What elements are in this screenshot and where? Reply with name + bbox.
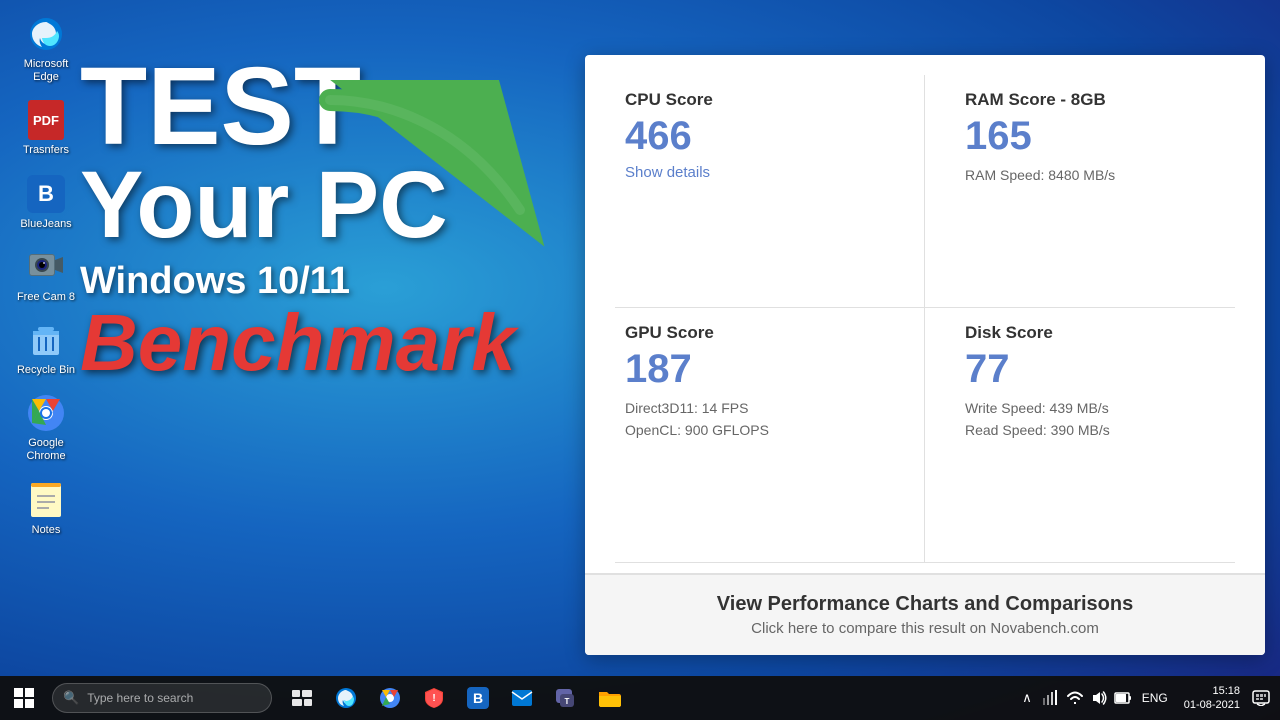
taskbar-mail[interactable] (500, 676, 544, 720)
cpu-score-section: CPU Score 466 Show details (615, 75, 925, 308)
freecam-icon[interactable]: Free Cam 8 (10, 243, 82, 308)
edge-label: Microsoft Edge (14, 58, 78, 84)
taskbar-bluejeans[interactable]: B (456, 676, 500, 720)
taskbar: 🔍 Type here to search (0, 676, 1280, 720)
benchmark-panel: CPU Score 466 Show details RAM Score - 8… (585, 55, 1265, 655)
taskbar-apps: ! B T (280, 676, 632, 720)
svg-text:T: T (565, 697, 570, 706)
panel-footer[interactable]: View Performance Charts and Comparisons … (585, 573, 1265, 655)
svg-text:!: ! (432, 693, 435, 704)
wifi-icon[interactable] (1066, 690, 1084, 706)
taskbar-teams[interactable]: T (544, 676, 588, 720)
volume-icon[interactable] (1090, 690, 1108, 706)
cpu-score-value: 466 (625, 116, 884, 156)
clock[interactable]: 15:18 01-08-2021 (1178, 684, 1246, 713)
start-button[interactable] (0, 676, 48, 720)
disk-score-section: Disk Score 77 Write Speed: 439 MB/s Read… (925, 308, 1235, 563)
benchmark-heading: Benchmark (80, 303, 600, 383)
ram-score-detail: RAM Speed: 8480 MB/s (965, 164, 1225, 186)
freecam-label: Free Cam 8 (17, 291, 75, 304)
show-details-link[interactable]: Show details (625, 164, 710, 181)
taskbar-shield[interactable]: ! (412, 676, 456, 720)
chrome-label: Google Chrome (14, 437, 78, 463)
recycle-bin-icon[interactable]: Recycle Bin (10, 316, 82, 381)
battery-icon[interactable] (1114, 690, 1132, 706)
search-placeholder: Type here to search (87, 691, 193, 705)
search-icon: 🔍 (63, 690, 79, 706)
recycle-bin-label: Recycle Bin (17, 364, 75, 377)
ram-score-value: 165 (965, 116, 1225, 156)
desktop-icons: Microsoft Edge PDF Trasnfers B BlueJeans (10, 10, 82, 541)
notes-icon[interactable]: Notes (10, 476, 82, 541)
cpu-score-title: CPU Score (625, 90, 884, 110)
bluejeans-label: BlueJeans (20, 218, 71, 231)
disk-score-value: 77 (965, 349, 1225, 389)
taskview-button[interactable] (280, 676, 324, 720)
gpu-score-detail: Direct3D11: 14 FPS OpenCL: 900 GFLOPS (625, 397, 884, 442)
bluejeans-icon[interactable]: B BlueJeans (10, 170, 82, 235)
ram-score-title: RAM Score - 8GB (965, 90, 1225, 110)
chevron-up-icon[interactable]: ∧ (1018, 690, 1036, 706)
notes-label: Notes (32, 524, 61, 537)
ram-score-section: RAM Score - 8GB 165 RAM Speed: 8480 MB/s (925, 75, 1235, 308)
footer-subtitle: Click here to compare this result on Nov… (615, 620, 1235, 637)
transfers-label: Trasnfers (23, 144, 69, 157)
arrow-graphic (300, 80, 580, 280)
gpu-score-title: GPU Score (625, 323, 884, 343)
taskbar-chrome[interactable] (368, 676, 412, 720)
desktop: Microsoft Edge PDF Trasnfers B BlueJeans (0, 0, 1280, 720)
disk-score-detail: Write Speed: 439 MB/s Read Speed: 390 MB… (965, 397, 1225, 442)
gpu-score-section: GPU Score 187 Direct3D11: 14 FPS OpenCL:… (615, 308, 925, 563)
gpu-score-value: 187 (625, 349, 884, 389)
taskbar-search[interactable]: 🔍 Type here to search (52, 683, 272, 713)
disk-score-title: Disk Score (965, 323, 1225, 343)
taskbar-right: ∧ ENG (1018, 676, 1280, 720)
taskbar-edge[interactable] (324, 676, 368, 720)
microsoft-edge-icon[interactable]: Microsoft Edge (10, 10, 82, 88)
action-center-icon[interactable] (1252, 690, 1270, 706)
transfers-icon[interactable]: PDF Trasnfers (10, 96, 82, 161)
google-chrome-icon[interactable]: Google Chrome (10, 389, 82, 467)
language-indicator[interactable]: ENG (1138, 691, 1172, 705)
footer-title: View Performance Charts and Comparisons (615, 593, 1235, 616)
network-icon[interactable] (1042, 690, 1060, 706)
scores-grid: CPU Score 466 Show details RAM Score - 8… (585, 55, 1265, 573)
taskbar-explorer[interactable] (588, 676, 632, 720)
